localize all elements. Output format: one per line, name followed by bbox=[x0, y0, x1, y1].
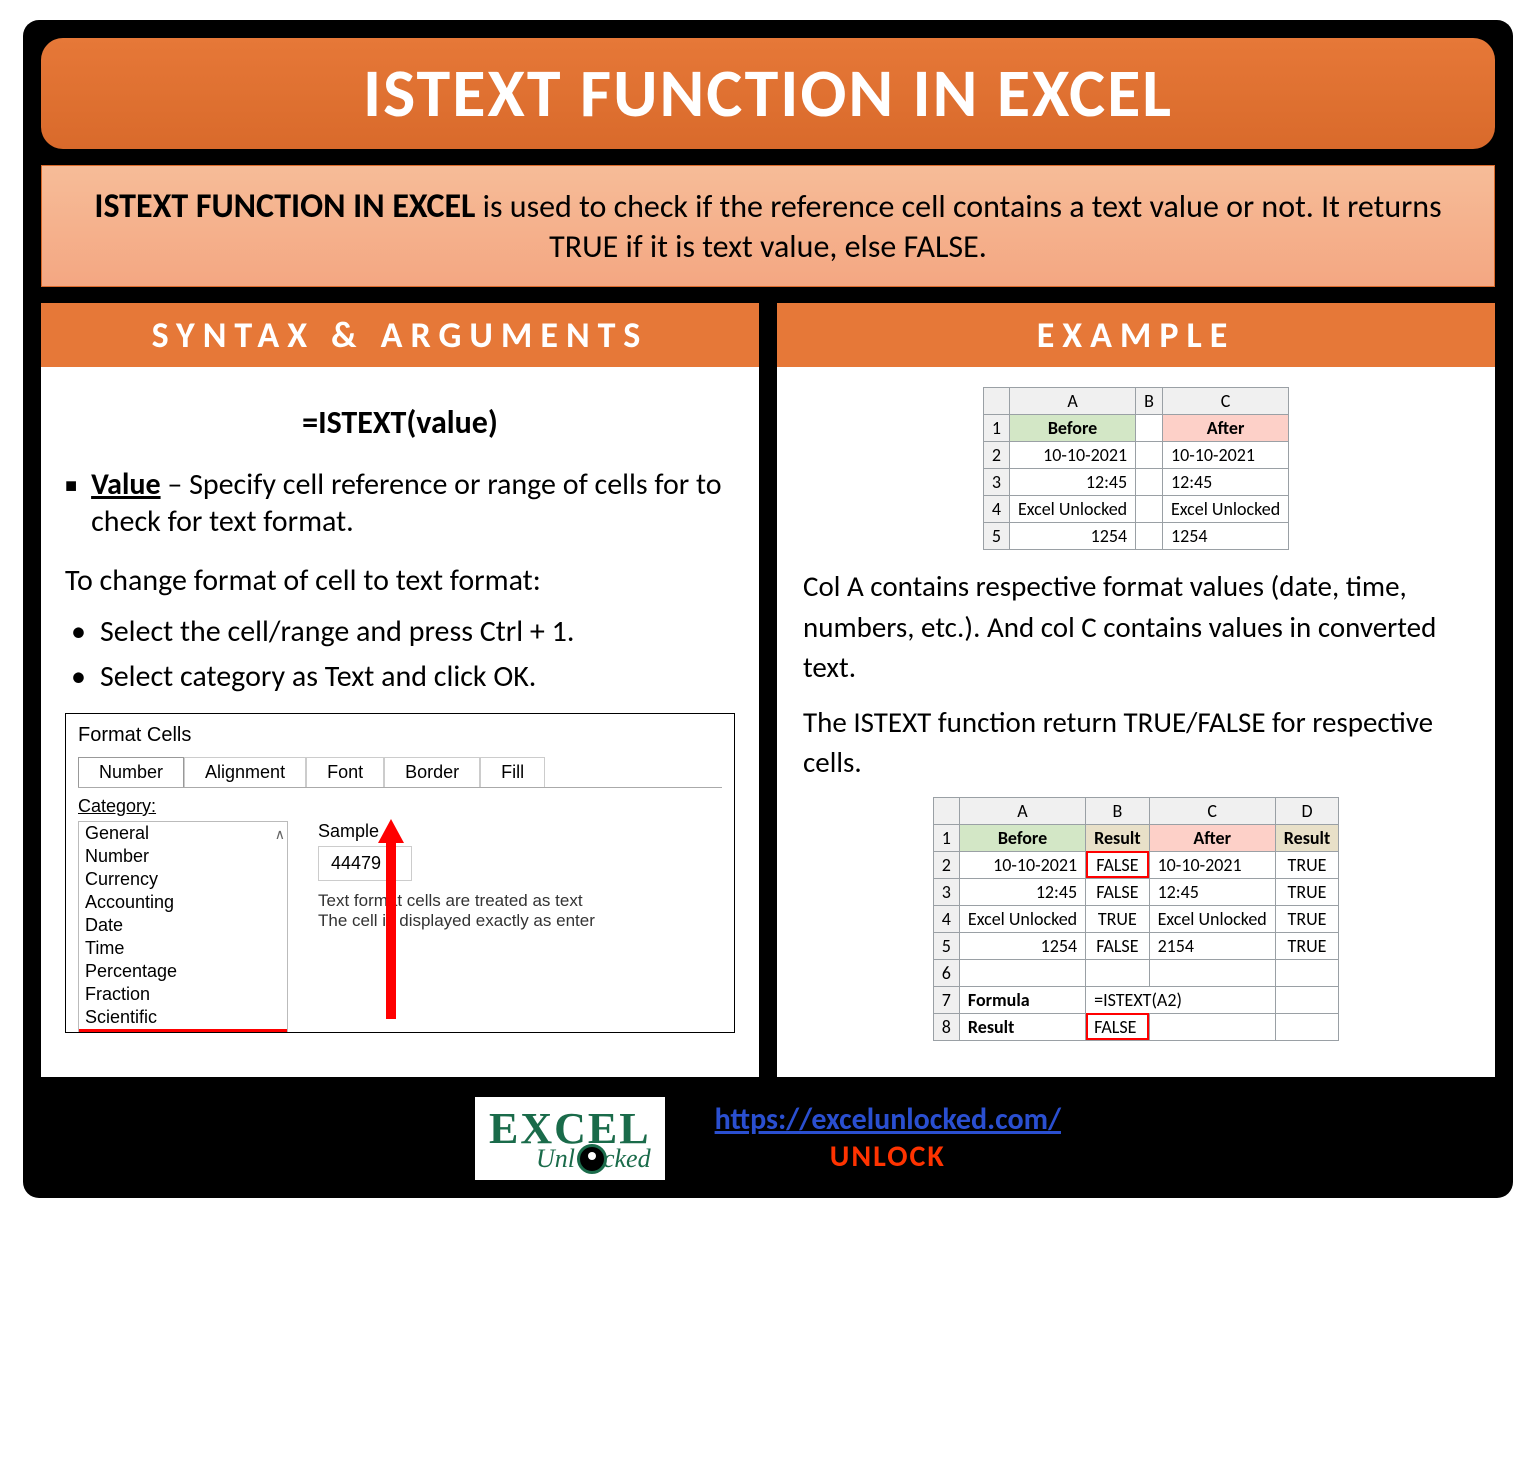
arg-desc: – Specify cell reference or range of cel… bbox=[91, 466, 722, 540]
example-text-2: The ISTEXT function return TRUE/FALSE fo… bbox=[803, 702, 1469, 783]
tab-font[interactable]: Font bbox=[306, 757, 384, 787]
keyhole-icon bbox=[577, 1144, 607, 1174]
example-table-2: ABCD 1BeforeResultAfterResult 210-10-202… bbox=[933, 797, 1339, 1041]
cat-date[interactable]: Date bbox=[79, 914, 287, 937]
example-text-1: Col A contains respective format values … bbox=[803, 566, 1469, 688]
bullet-item: •Select the cell/range and press Ctrl + … bbox=[65, 613, 735, 650]
cat-number[interactable]: Number bbox=[79, 845, 287, 868]
example-column: EXAMPLE ABC 1BeforeAfter 210-10-202110-1… bbox=[777, 303, 1495, 1077]
logo-unlocked-text2: cked bbox=[603, 1144, 651, 1174]
argument-value: ■ Value – Specify cell reference or rang… bbox=[65, 466, 735, 540]
instruction-line: To change format of cell to text format: bbox=[65, 562, 735, 599]
format-desc-2: The cell is displayed exactly as enter bbox=[318, 911, 595, 931]
subtitle-rest: is used to check if the reference cell c… bbox=[475, 187, 1441, 266]
cat-accounting[interactable]: Accounting bbox=[79, 891, 287, 914]
dialog-right-pane: Sample 44479 Text format cells are treat… bbox=[318, 821, 595, 1033]
site-url-link[interactable]: https://excelunlocked.com/ bbox=[715, 1101, 1061, 1138]
bullet-square-icon: ■ bbox=[65, 474, 77, 498]
cat-text[interactable]: Text bbox=[79, 1029, 287, 1033]
cat-currency[interactable]: Currency bbox=[79, 868, 287, 891]
category-label: Category: bbox=[78, 796, 722, 817]
format-cells-dialog: Format Cells Number Alignment Font Borde… bbox=[65, 713, 735, 1033]
syntax-column: SYNTAX & ARGUMENTS =ISTEXT(value) ■ Valu… bbox=[41, 303, 759, 1077]
example-table-1: ABC 1BeforeAfter 210-10-202110-10-2021 3… bbox=[983, 387, 1289, 550]
sample-value: 44479 bbox=[318, 846, 412, 881]
main-title: ISTEXT FUNCTION IN EXCEL bbox=[363, 52, 1173, 135]
example-body: ABC 1BeforeAfter 210-10-202110-10-2021 3… bbox=[777, 367, 1495, 1077]
dialog-title: Format Cells bbox=[78, 724, 722, 747]
sample-label: Sample bbox=[318, 821, 595, 842]
footer-links: https://excelunlocked.com/ UNLOCK bbox=[715, 1101, 1061, 1175]
logo: EXCEL Unl cked bbox=[475, 1097, 665, 1180]
tab-fill[interactable]: Fill bbox=[480, 757, 545, 787]
format-desc-1: Text format cells are treated as text bbox=[318, 891, 595, 911]
logo-unlocked-text: Unl bbox=[536, 1144, 575, 1174]
tab-number[interactable]: Number bbox=[78, 757, 184, 787]
bullet-list: •Select the cell/range and press Ctrl + … bbox=[65, 613, 735, 695]
dialog-tabs: Number Alignment Font Border Fill bbox=[78, 757, 722, 788]
syntax-body: =ISTEXT(value) ■ Value – Specify cell re… bbox=[41, 367, 759, 1077]
title-bar: ISTEXT FUNCTION IN EXCEL bbox=[41, 38, 1495, 149]
formula-syntax: =ISTEXT(value) bbox=[65, 403, 735, 442]
syntax-header: SYNTAX & ARGUMENTS bbox=[41, 303, 759, 367]
arg-label: Value bbox=[91, 466, 160, 503]
cat-percentage[interactable]: Percentage bbox=[79, 960, 287, 983]
subtitle-bar: ISTEXT FUNCTION IN EXCEL is used to chec… bbox=[41, 165, 1495, 287]
infographic-container: ISTEXT FUNCTION IN EXCEL ISTEXT FUNCTION… bbox=[23, 20, 1513, 1198]
footer: EXCEL Unl cked https://excelunlocked.com… bbox=[41, 1097, 1495, 1180]
tab-border[interactable]: Border bbox=[384, 757, 480, 787]
scroll-up-icon: ∧ bbox=[275, 826, 285, 843]
example-header: EXAMPLE bbox=[777, 303, 1495, 367]
cat-scientific[interactable]: Scientific bbox=[79, 1006, 287, 1029]
tab-alignment[interactable]: Alignment bbox=[184, 757, 306, 787]
cat-general[interactable]: General bbox=[79, 822, 287, 845]
bullet-item: •Select category as Text and click OK. bbox=[65, 658, 735, 695]
subtitle-bold: ISTEXT FUNCTION IN EXCEL bbox=[94, 186, 475, 227]
columns: SYNTAX & ARGUMENTS =ISTEXT(value) ■ Valu… bbox=[41, 303, 1495, 1077]
cat-time[interactable]: Time bbox=[79, 937, 287, 960]
cat-fraction[interactable]: Fraction bbox=[79, 983, 287, 1006]
category-list[interactable]: ∧ General Number Currency Accounting Dat… bbox=[78, 821, 288, 1033]
unlock-text: UNLOCK bbox=[830, 1138, 946, 1175]
